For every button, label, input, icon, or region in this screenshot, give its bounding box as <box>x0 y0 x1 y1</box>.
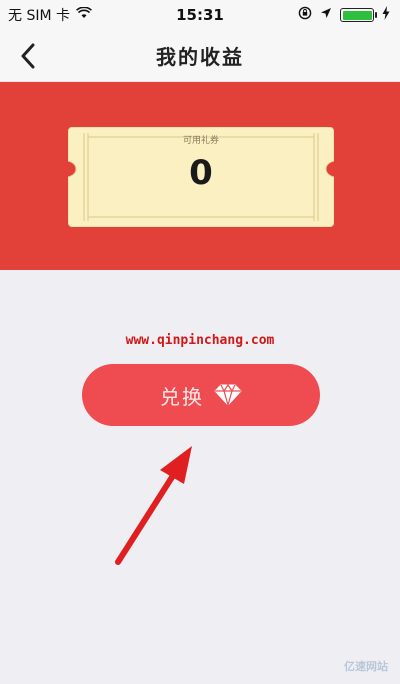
red-pointer-arrow <box>115 446 192 565</box>
corner-watermark-logo: 亿速网站 <box>344 660 388 673</box>
